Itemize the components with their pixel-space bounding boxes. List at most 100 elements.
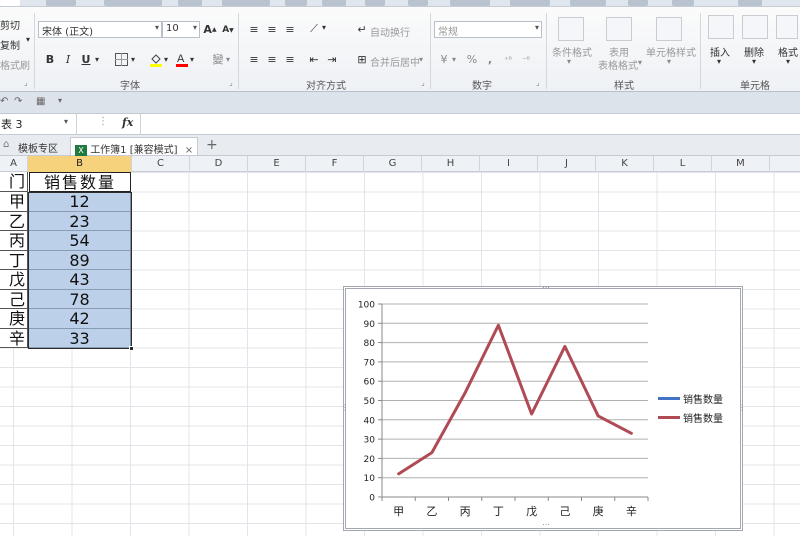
phonetic-dropdown-icon[interactable]: ▾ (226, 55, 230, 64)
insert-function-button[interactable]: fx (122, 116, 133, 129)
ribbon-tab[interactable] (322, 0, 346, 6)
ribbon-tab[interactable] (285, 0, 307, 6)
grid-icon[interactable]: ▦ (36, 96, 45, 107)
ribbon-tab[interactable] (738, 0, 762, 6)
number-format-select[interactable]: 常规 ▾ (434, 21, 542, 38)
cell-a-row[interactable]: 庚 (0, 309, 28, 329)
phonetic-button[interactable]: 變 (210, 51, 226, 67)
ribbon-tab[interactable] (104, 0, 162, 6)
underline-button[interactable]: U (78, 51, 94, 67)
column-header-e[interactable]: E (248, 156, 306, 172)
redo-icon[interactable]: ↷ (14, 96, 22, 107)
cell-a-row[interactable]: 己 (0, 289, 28, 309)
column-header-h[interactable]: H (422, 156, 480, 172)
cell-a-row[interactable]: 乙 (0, 211, 28, 231)
font-launcher-icon[interactable]: ⌟ (229, 78, 233, 87)
align-right-icon[interactable]: ≡ (282, 51, 298, 67)
formula-input[interactable] (141, 115, 800, 133)
column-header-d[interactable]: D (190, 156, 248, 172)
insert-cells-icon[interactable] (708, 15, 734, 39)
resize-handle-top[interactable]: ⋯ (542, 283, 550, 292)
copy-button[interactable]: 复制 (0, 37, 20, 52)
column-header-l[interactable]: L (654, 156, 712, 172)
cell-a-row[interactable]: 戊 (0, 270, 28, 290)
copy-dropdown-icon[interactable]: ▾ (26, 35, 30, 44)
tab-workbook1[interactable]: X 工作簿1 [兼容模式] × (70, 137, 199, 156)
shrink-font-button[interactable]: A ▼ (220, 22, 236, 38)
ribbon-tab[interactable] (450, 0, 490, 6)
currency-dropdown-icon[interactable]: ▾ (452, 55, 456, 64)
conditional-format-button[interactable]: 条件格式 (552, 44, 592, 59)
cell-a-row[interactable]: 丙 (0, 231, 28, 251)
clipboard-launcher-icon[interactable]: ⌟ (24, 78, 28, 87)
decrease-decimal-icon[interactable]: ⁻⁰ (518, 51, 534, 67)
alignment-launcher-icon[interactable]: ⌟ (421, 78, 425, 87)
increase-decimal-icon[interactable]: ⁺⁰ (500, 51, 516, 67)
format-painter-button[interactable]: 格式刷 (0, 57, 30, 72)
align-center-icon[interactable]: ≡ (264, 51, 280, 67)
merge-center-button[interactable]: 合并后居中 (370, 54, 420, 69)
delete-cells-icon[interactable] (742, 15, 768, 39)
delete-dropdown-icon[interactable]: ▾ (752, 57, 756, 66)
comma-button[interactable]: , (482, 51, 498, 67)
ribbon-tab[interactable] (510, 0, 550, 6)
column-header-c[interactable]: C (132, 156, 190, 172)
cell-b-row[interactable]: 78 (29, 289, 131, 309)
currency-icon[interactable]: ¥ (436, 51, 452, 67)
cell-a-row[interactable]: 丁 (0, 250, 28, 270)
orientation-dropdown-icon[interactable]: ▾ (322, 23, 326, 32)
cell-b-row[interactable]: 42 (29, 309, 131, 329)
tab-template-zone[interactable]: 模板专区 (14, 137, 62, 155)
column-header-f[interactable]: F (306, 156, 364, 172)
column-header-k[interactable]: K (596, 156, 654, 172)
insert-dropdown-icon[interactable]: ▾ (717, 57, 721, 66)
undo-icon[interactable]: ↶ (0, 96, 8, 107)
align-middle-icon[interactable]: ≡ (264, 21, 280, 37)
ribbon-tab[interactable] (672, 0, 694, 6)
font-size-select[interactable]: 10 ▾ (162, 21, 200, 38)
fill-dropdown-icon[interactable]: ▾ (164, 55, 168, 64)
cell-a1[interactable]: 门 (0, 172, 28, 192)
column-header-j[interactable]: J (538, 156, 596, 172)
cell-a-row[interactable]: 甲 (0, 192, 28, 212)
home-icon[interactable]: ⌂ (3, 139, 9, 150)
cell-styles-dropdown-icon[interactable]: ▾ (667, 57, 671, 66)
ribbon-tab[interactable] (178, 0, 202, 6)
column-header-b[interactable]: B (28, 156, 132, 172)
cell-b-row[interactable]: 54 (29, 231, 131, 251)
wrap-text-button[interactable]: 自动换行 (370, 24, 410, 39)
font-color-icon[interactable]: A (174, 51, 190, 67)
fill-handle[interactable] (129, 346, 134, 351)
resize-handle-right[interactable]: ⋮ (738, 403, 746, 412)
cell-b-row[interactable]: 89 (29, 250, 131, 270)
borders-dropdown-icon[interactable]: ▾ (131, 55, 135, 64)
font-family-select[interactable]: 宋体 (正文) ▾ (38, 21, 162, 38)
fill-color-icon[interactable] (148, 51, 164, 67)
font-color-dropdown-icon[interactable]: ▾ (190, 55, 194, 64)
column-header-g[interactable]: G (364, 156, 422, 172)
number-launcher-icon[interactable]: ⌟ (536, 78, 540, 87)
ribbon-tab[interactable] (365, 0, 385, 6)
conditional-dropdown-icon[interactable]: ▾ (567, 57, 571, 66)
cell-b-row[interactable]: 12 (29, 192, 131, 212)
increase-indent-icon[interactable]: ⇥ (324, 51, 340, 67)
new-tab-button[interactable]: + (206, 137, 218, 153)
name-box-dropdown-icon[interactable]: ▾ (64, 117, 68, 126)
ribbon-tab[interactable] (408, 0, 428, 6)
merge-dropdown-icon[interactable]: ▾ (419, 55, 423, 64)
align-left-icon[interactable]: ≡ (246, 51, 262, 67)
decrease-indent-icon[interactable]: ⇤ (306, 51, 322, 67)
format-dropdown-icon[interactable]: ▾ (786, 57, 790, 66)
cut-button[interactable]: 剪切 (0, 17, 20, 32)
grow-font-button[interactable]: A ▲ (202, 21, 218, 37)
cell-b-row[interactable]: 43 (29, 270, 131, 290)
table-dropdown-icon[interactable]: ▾ (638, 58, 642, 67)
ribbon-tab-home[interactable] (0, 0, 20, 6)
column-header-i[interactable]: I (480, 156, 538, 172)
cell-b-row[interactable]: 23 (29, 211, 131, 231)
name-box[interactable]: 表 3 (0, 116, 72, 132)
italic-button[interactable]: I (60, 51, 76, 67)
wrap-text-icon[interactable]: ↵ (354, 21, 370, 37)
cell-b1[interactable]: 销售数量 (29, 172, 131, 192)
cell-b-row[interactable]: 33 (29, 328, 131, 348)
